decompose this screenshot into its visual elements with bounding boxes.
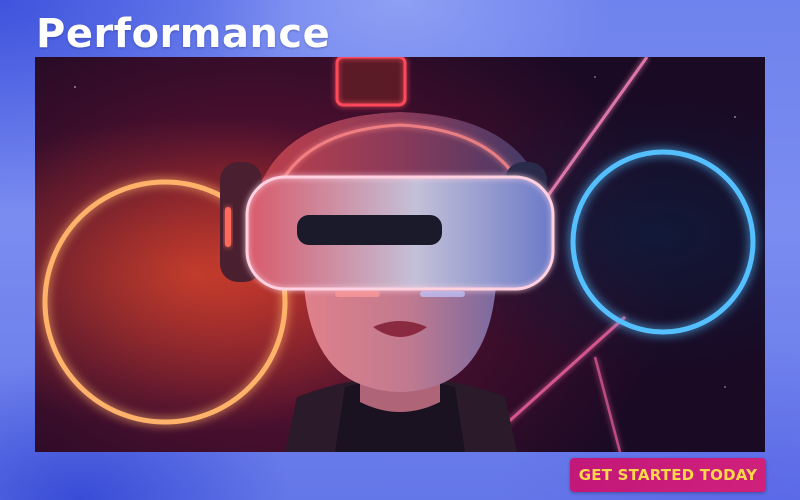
page-title: Performance	[36, 11, 331, 57]
get-started-button[interactable]: GET STARTED TODAY	[570, 458, 766, 492]
vr-headset-illustration	[35, 57, 765, 452]
hero-image	[35, 57, 765, 452]
